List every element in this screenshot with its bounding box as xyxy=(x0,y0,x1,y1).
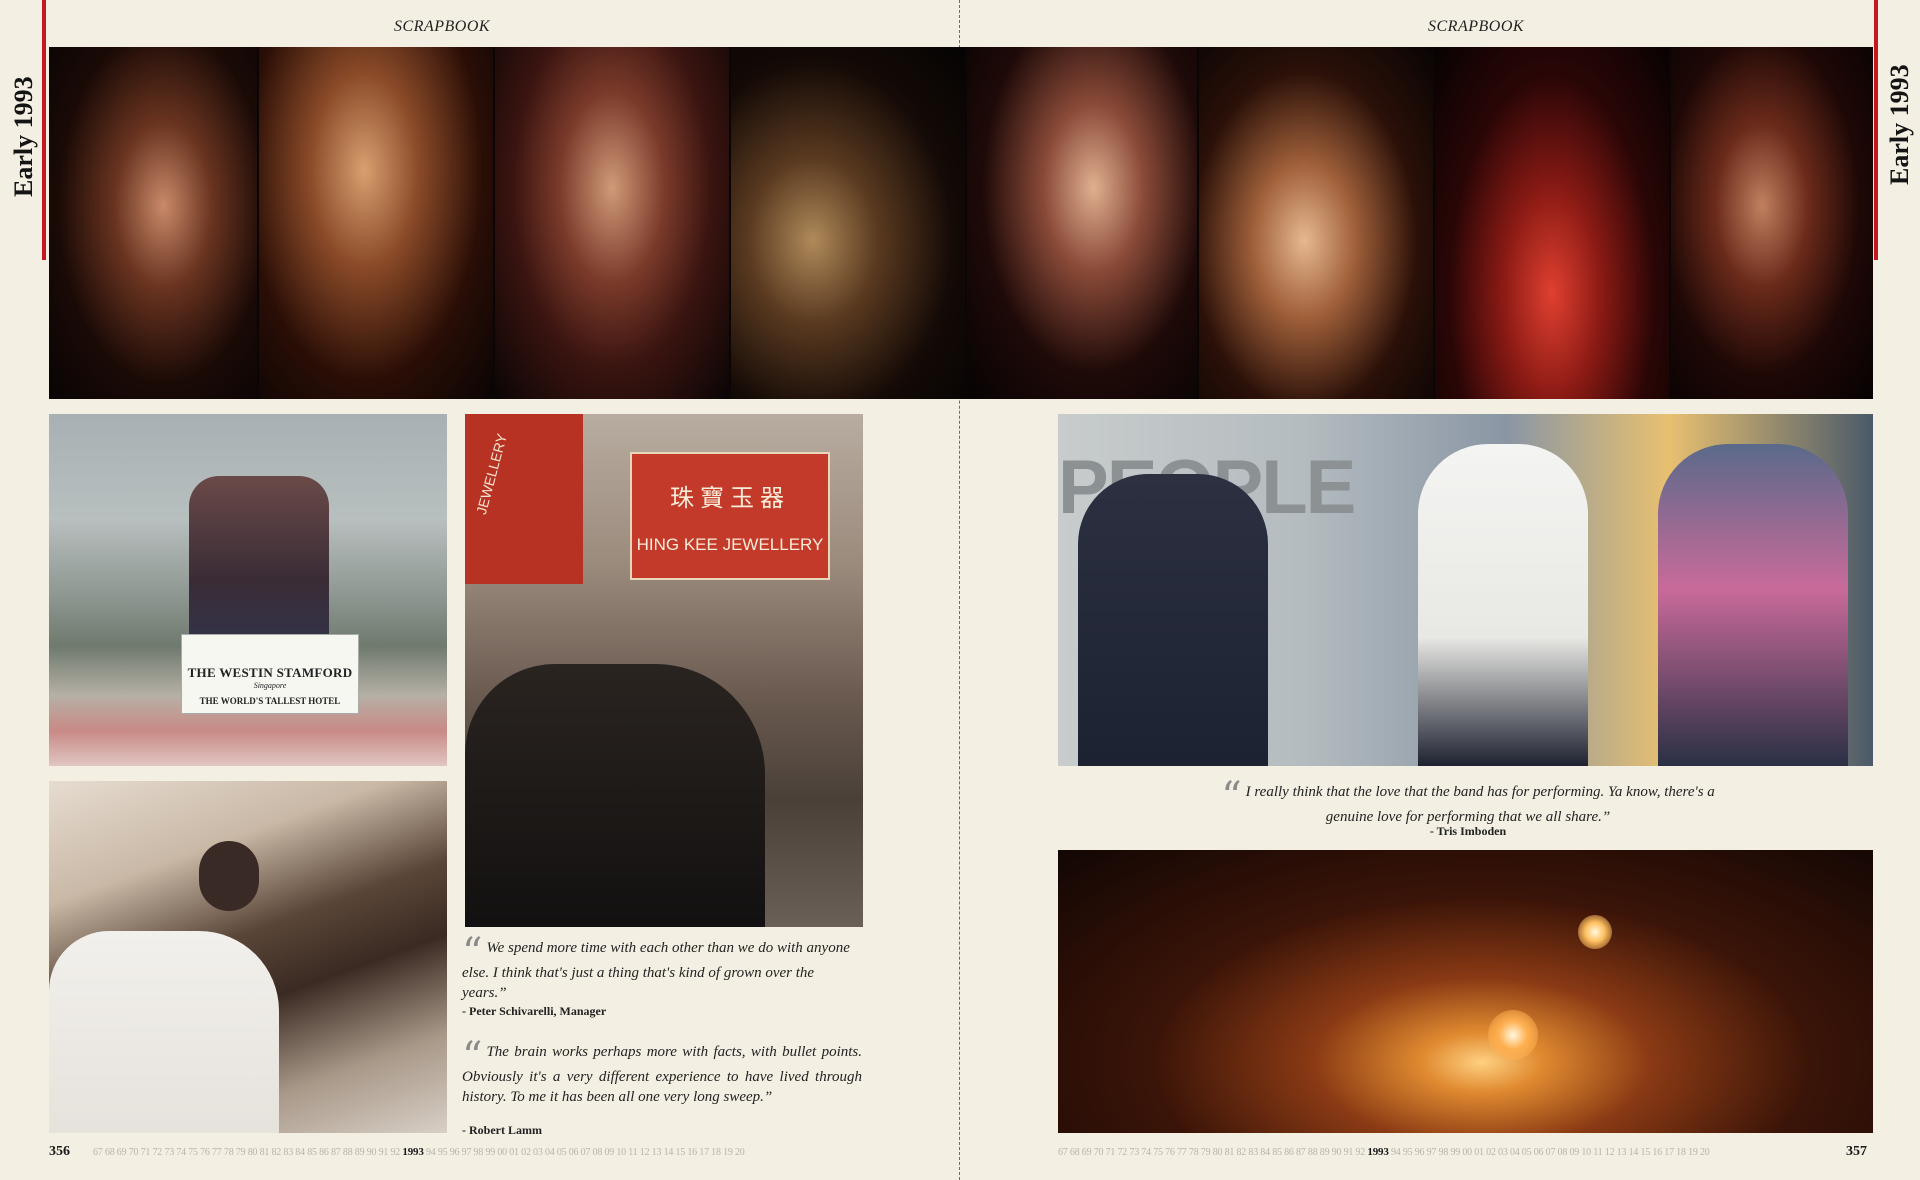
saxophonist-figure xyxy=(1418,444,1588,766)
quote-lamm-attribution: - Robert Lamm xyxy=(462,1123,542,1137)
concert-photo-2 xyxy=(259,47,493,399)
left-side-tab-bar xyxy=(42,0,46,260)
jewellery-sign-chinese: 珠寶玉器 xyxy=(670,484,790,512)
trombone-concert-photo xyxy=(1058,850,1873,1133)
right-page-number: 357 xyxy=(1846,1144,1867,1159)
hong-kong-street-photo: JEWELLERY 珠寶玉器 HING KEE JEWELLERY xyxy=(465,414,863,927)
left-page-header: SCRAPBOOK xyxy=(394,18,491,35)
timeline-years-after: 94 95 96 97 98 99 00 01 02 03 04 05 06 0… xyxy=(1390,1147,1710,1158)
jewellery-sign-english: HING KEE JEWELLERY xyxy=(636,535,824,554)
white-shirt-figure xyxy=(49,931,279,1133)
outdoor-stage-photo: PEOPLE xyxy=(1058,414,1873,766)
concert-photo-strip xyxy=(49,47,1873,399)
stage-light-flare xyxy=(1578,915,1612,949)
hotel-rooftop-photo: THE WESTIN STAMFORD Singapore THE WORLD'… xyxy=(49,414,447,766)
right-side-tab-label: Early 1993 xyxy=(1885,64,1914,185)
two-men-leather-jackets xyxy=(465,664,765,927)
timeline-years-before: 67 68 69 70 71 72 73 74 75 76 77 78 79 8… xyxy=(1058,1147,1366,1158)
concert-photo-6 xyxy=(1199,47,1433,399)
studio-photo xyxy=(49,781,447,1133)
left-sign-text: JEWELLERY xyxy=(473,431,510,517)
concert-photo-3 xyxy=(495,47,729,399)
concert-photo-1 xyxy=(49,47,257,399)
hotel-sign-name: THE WESTIN STAMFORD xyxy=(187,665,353,680)
left-page-number: 356 xyxy=(49,1144,70,1159)
left-year-timeline: 67 68 69 70 71 72 73 74 75 76 77 78 79 8… xyxy=(93,1146,745,1158)
timeline-current-year: 1993 xyxy=(1367,1146,1389,1158)
hing-kee-jewellery-sign: 珠寶玉器 HING KEE JEWELLERY xyxy=(630,452,830,580)
timeline-years-after: 94 95 96 97 98 99 00 01 02 03 04 05 06 0… xyxy=(425,1147,745,1158)
timeline-current-year: 1993 xyxy=(402,1146,424,1158)
concert-photo-8 xyxy=(1671,47,1873,399)
quote-imboden-attribution: - Tris Imboden xyxy=(1429,824,1507,838)
left-red-sign: JEWELLERY xyxy=(465,414,583,584)
quote-imboden: “I really think that the love that the b… xyxy=(1208,777,1728,827)
quote-schivarelli-text: We spend more time with each other than … xyxy=(462,940,850,1001)
concert-photo-7 xyxy=(1435,47,1669,399)
quote-schivarelli: “We spend more time with each other than… xyxy=(462,933,862,1003)
quote-lamm-text: The brain works perhaps more with facts,… xyxy=(462,1044,862,1105)
timeline-years-before: 67 68 69 70 71 72 73 74 75 76 77 78 79 8… xyxy=(93,1147,401,1158)
left-side-tab: Early 1993 xyxy=(0,0,46,260)
quote-imboden-text: I really think that the love that the ba… xyxy=(1245,784,1715,825)
quote-schivarelli-attribution: - Peter Schivarelli, Manager xyxy=(462,1004,607,1018)
right-side-tab: Early 1993 xyxy=(1874,0,1920,260)
right-side-tab-bar xyxy=(1874,0,1878,260)
stage-light-flare xyxy=(1488,1010,1538,1060)
trombonist-figure xyxy=(1078,474,1268,766)
concert-photo-4 xyxy=(731,47,965,399)
concert-photo-5 xyxy=(967,47,1197,399)
left-side-tab-label: Early 1993 xyxy=(9,76,38,197)
trumpeter-figure xyxy=(1658,444,1848,766)
right-page-header: SCRAPBOOK xyxy=(1428,18,1525,35)
quote-lamm: “The brain works perhaps more with facts… xyxy=(462,1037,862,1107)
right-year-timeline: 67 68 69 70 71 72 73 74 75 76 77 78 79 8… xyxy=(1058,1146,1710,1158)
dark-hair-figure xyxy=(199,841,259,911)
hotel-sign-tagline: THE WORLD'S TALLEST HOTEL xyxy=(199,696,341,706)
westin-stamford-sign: THE WESTIN STAMFORD Singapore THE WORLD'… xyxy=(181,634,359,714)
hotel-sign-city: Singapore xyxy=(253,681,287,690)
quote-mark-icon: “ xyxy=(1221,774,1242,820)
